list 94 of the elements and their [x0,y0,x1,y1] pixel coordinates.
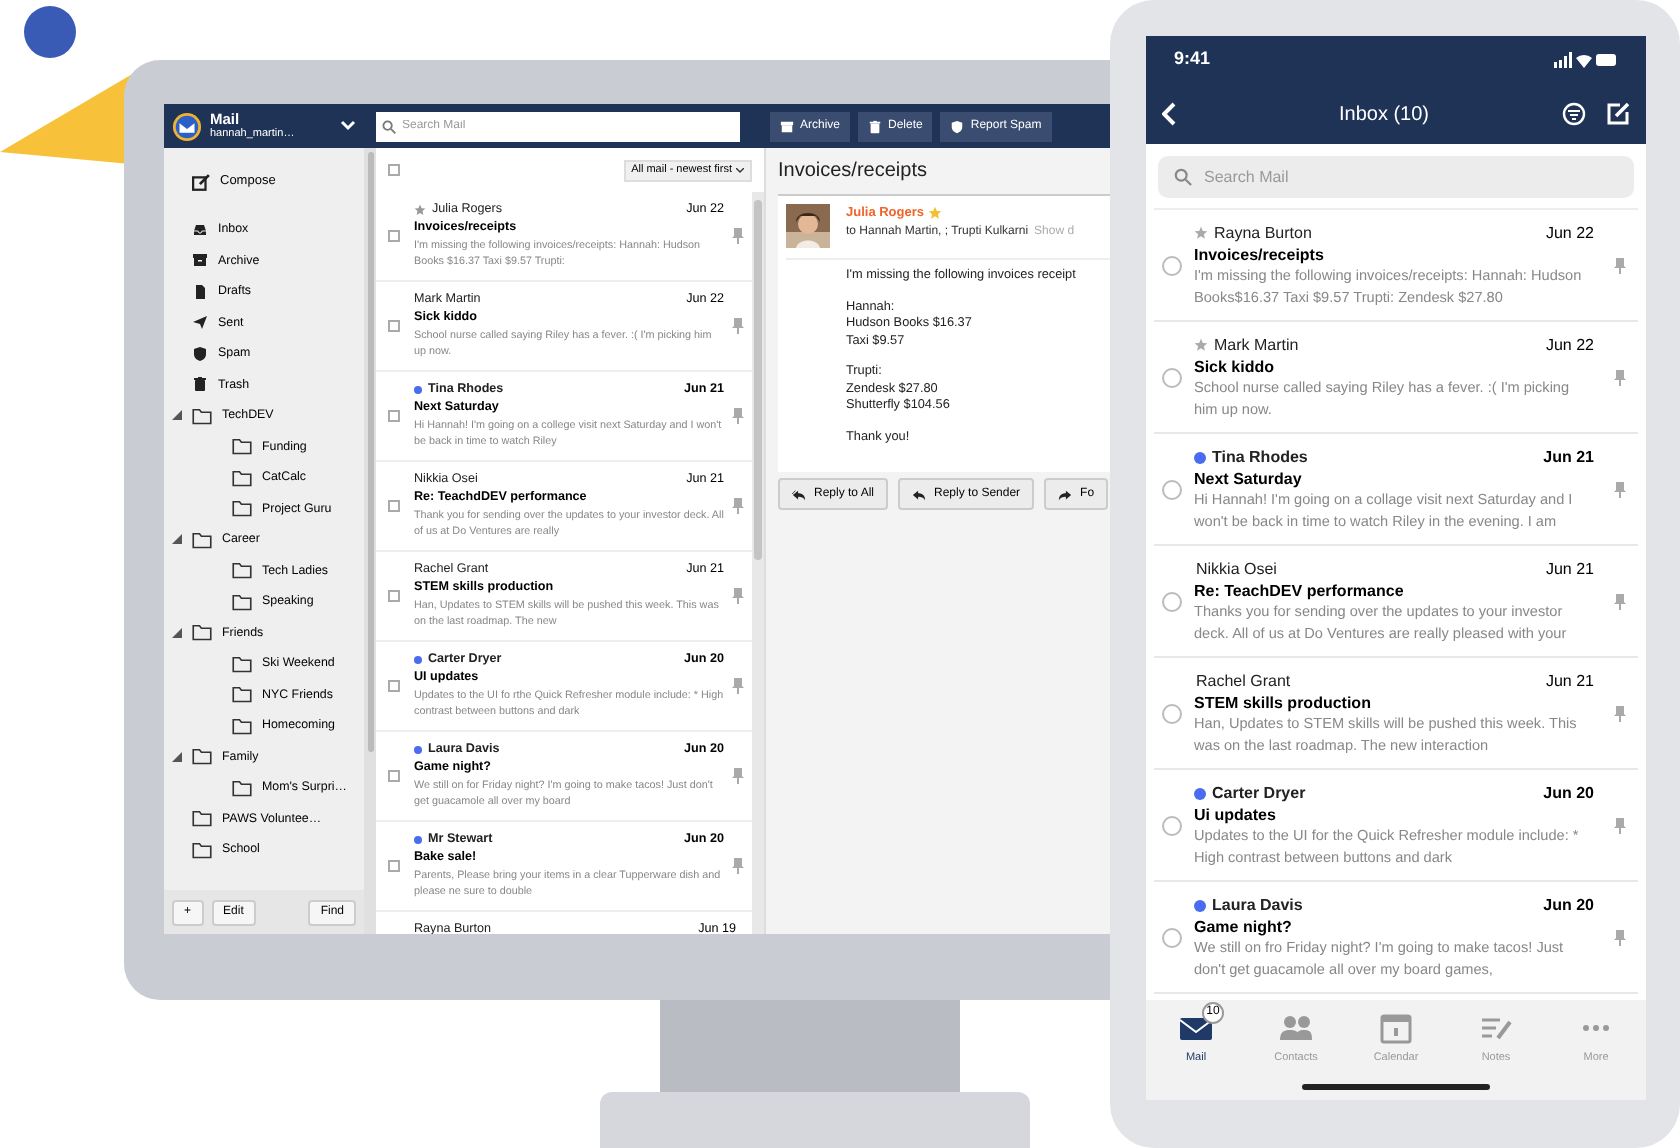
chevron-down-icon [736,167,744,173]
scrollbar[interactable] [367,152,373,752]
forward-icon [1058,487,1073,501]
pin-icon [1614,817,1626,833]
calendar-icon [1378,1010,1414,1046]
pin-icon [1614,257,1626,273]
folder-icon [192,808,212,829]
back-icon[interactable] [1162,102,1178,126]
message-date: Jun 21 [1543,445,1594,469]
trash-icon [192,376,208,393]
message-subject: Sick kiddo [1194,356,1277,378]
pin-icon [732,858,744,874]
folder-icon [192,529,212,550]
document-icon [192,283,208,300]
expand-arrow-icon[interactable] [172,534,182,545]
message-date: Jun 21 [1545,669,1594,693]
sender-name: Laura Davis [1212,893,1303,917]
folder-icon [232,498,252,519]
message-date: Jun 22 [1545,333,1594,357]
filter-icon[interactable] [1562,102,1586,126]
message-subject: Ui updates [1194,804,1278,826]
checkbox[interactable] [388,770,400,782]
message-date: Jun 21 [1545,557,1594,581]
chevron-down-icon[interactable] [340,120,356,132]
folder-icon [232,653,252,674]
checkbox[interactable] [388,500,400,512]
search-field[interactable]: Search Mail [1158,156,1634,198]
message-subject: Re: TeachDEV performance [1194,580,1406,602]
checkbox[interactable] [388,164,400,176]
compose-icon[interactable] [1606,102,1630,126]
pin-icon [732,498,744,514]
search-icon [382,119,396,133]
paper-plane-icon [192,314,208,331]
archive-icon [192,252,208,269]
shield-icon [192,345,208,362]
expand-arrow-icon[interactable] [172,410,182,421]
status-icons [1554,52,1618,68]
more-icon [1582,1024,1610,1032]
logo-icon [172,111,202,141]
scrollbar[interactable] [754,200,762,560]
folder-icon [232,715,252,736]
message-date: Jun 20 [1543,781,1594,805]
trash-icon [868,119,883,133]
folder-icon [232,684,252,705]
compose-icon [192,173,210,191]
pin-icon [1614,593,1626,609]
message-subject: STEM skills production [1194,692,1373,714]
message-subject: Game night? [1194,916,1294,938]
status-time: 9:41 [1174,46,1211,73]
sender-name: Rachel Grant [1196,669,1291,693]
pin-icon [1614,481,1626,497]
checkbox[interactable] [388,680,400,692]
message-subject: Invoices/receipts [1194,244,1326,266]
sender-name: Tina Rhodes [1212,445,1308,469]
folder-icon [232,467,252,488]
folder-icon [192,839,212,860]
folder-icon [192,622,212,643]
message-date: Jun 22 [1545,221,1594,245]
checkbox[interactable] [388,320,400,332]
pin-icon [1614,705,1626,721]
sender-name: Nikkia Osei [1196,557,1277,581]
pin-icon [732,408,744,424]
inbox-icon [192,221,208,238]
checkbox[interactable] [388,410,400,422]
checkbox[interactable] [388,860,400,872]
sender-name: Rayna Burton [1214,221,1312,245]
sender-name: Mark Martin [1214,333,1299,357]
pin-icon [732,588,744,604]
pin-icon [732,768,744,784]
sender-name: Carter Dryer [1212,781,1306,805]
folder-icon [192,746,212,767]
archive-icon [780,119,794,133]
pin-icon [732,678,744,694]
expand-arrow-icon[interactable] [172,627,182,638]
pin-icon [732,318,744,334]
reply-icon [912,487,927,501]
folder-icon [232,591,252,612]
pin-icon [1614,369,1626,385]
shield-icon [950,119,965,133]
reply-all-icon [792,487,806,501]
people-icon [1278,1010,1314,1046]
screen-title: Inbox (10) [1336,101,1432,129]
message-date: Jun 20 [1543,893,1594,917]
message-subject: Next Saturday [1194,468,1304,490]
folder-icon [232,436,252,457]
pin-icon [732,228,744,244]
search-icon [1174,168,1192,186]
pin-icon [1614,929,1626,945]
folder-icon [232,777,252,798]
expand-arrow-icon[interactable] [172,751,182,762]
folder-icon [192,405,212,426]
checkbox[interactable] [388,590,400,602]
folder-icon [232,560,252,581]
checkbox[interactable] [388,230,400,242]
